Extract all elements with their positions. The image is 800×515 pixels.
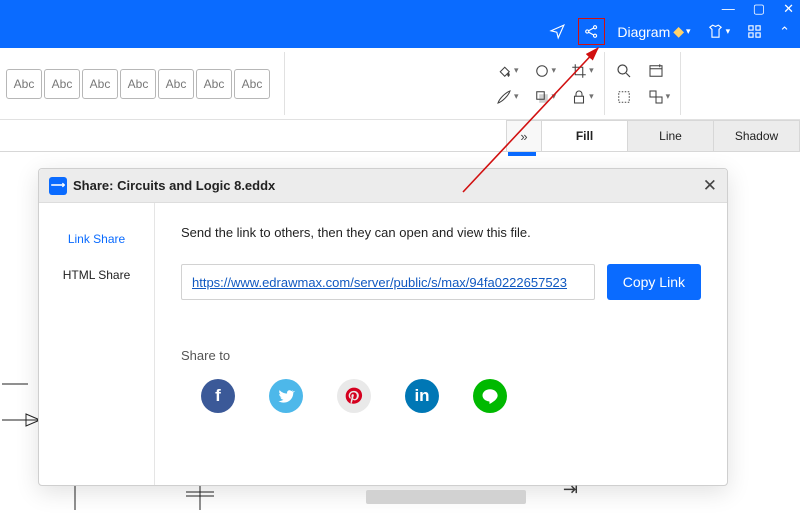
- brush-tool[interactable]: ▾: [495, 88, 519, 106]
- diagram-dropdown[interactable]: Diagram ◆ ▾: [613, 19, 694, 44]
- panel-toggle-icon[interactable]: ⇥: [563, 479, 578, 500]
- sidebar-item-html-share[interactable]: HTML Share: [39, 257, 154, 293]
- active-tab-indicator: [508, 152, 536, 156]
- share-link-field[interactable]: https://www.edrawmax.com/server/public/s…: [181, 264, 595, 300]
- ribbon-toolbar: Abc Abc Abc Abc Abc Abc Abc ▾ ▾ ▾ ▾ ▾: [0, 48, 800, 120]
- style-preset[interactable]: Abc: [82, 69, 118, 99]
- panel-collapse-button[interactable]: »: [506, 120, 542, 151]
- text-styles-gallery[interactable]: Abc Abc Abc Abc Abc Abc Abc: [6, 52, 285, 115]
- tab-fill[interactable]: Fill: [542, 120, 628, 151]
- maximize-button[interactable]: ▢: [753, 2, 765, 15]
- copy-link-button[interactable]: Copy Link: [607, 264, 701, 300]
- style-preset[interactable]: Abc: [158, 69, 194, 99]
- tab-shadow[interactable]: Shadow: [714, 120, 800, 151]
- dialog-title: Share: Circuits and Logic 8.eddx: [73, 178, 275, 193]
- containers-tool[interactable]: [647, 62, 665, 80]
- share-link-text[interactable]: https://www.edrawmax.com/server/public/s…: [192, 275, 567, 290]
- share-to-label: Share to: [181, 348, 701, 363]
- share-facebook-icon[interactable]: f: [201, 379, 235, 413]
- collapse-ribbon-icon[interactable]: ⌃: [775, 20, 794, 44]
- lock-tool[interactable]: ▾: [570, 88, 594, 106]
- horizontal-scrollbar[interactable]: [366, 490, 526, 504]
- right-panel-tabs: » Fill Line Shadow: [0, 120, 800, 152]
- style-preset[interactable]: Abc: [120, 69, 156, 99]
- titlebar: — ▢ ✕ Diagram ◆ ▾ ▾ ⌃: [0, 0, 800, 48]
- search-icon[interactable]: [615, 62, 633, 80]
- shadow-tool[interactable]: ▾: [533, 88, 557, 106]
- fill-tool[interactable]: ▾: [495, 62, 519, 80]
- share-dialog: ⟶ Share: Circuits and Logic 8.eddx ✕ Lin…: [38, 168, 728, 486]
- style-preset[interactable]: Abc: [234, 69, 270, 99]
- select-tool[interactable]: [615, 88, 633, 106]
- dialog-sidebar: Link Share HTML Share: [39, 203, 155, 485]
- share-linkedin-icon[interactable]: in: [405, 379, 439, 413]
- share-pinterest-icon[interactable]: [337, 379, 371, 413]
- tshirt-icon[interactable]: ▾: [703, 19, 735, 44]
- crop-tool[interactable]: ▾: [570, 62, 594, 80]
- dialog-header: ⟶ Share: Circuits and Logic 8.eddx ✕: [39, 169, 727, 203]
- apps-icon[interactable]: [742, 19, 767, 44]
- tab-line[interactable]: Line: [628, 120, 714, 151]
- group-tool[interactable]: ▾: [647, 88, 671, 106]
- close-window-button[interactable]: ✕: [783, 2, 794, 15]
- share-twitter-icon[interactable]: [269, 379, 303, 413]
- dialog-close-button[interactable]: ✕: [703, 176, 717, 196]
- app-badge-icon: ⟶: [49, 177, 67, 195]
- dialog-content: Send the link to others, then they can o…: [155, 203, 727, 485]
- share-icon[interactable]: [578, 18, 605, 45]
- shape-outline-tool[interactable]: ▾: [533, 62, 557, 80]
- minimize-button[interactable]: —: [722, 2, 735, 15]
- share-line-icon[interactable]: [473, 379, 507, 413]
- style-preset[interactable]: Abc: [6, 69, 42, 99]
- style-preset[interactable]: Abc: [44, 69, 80, 99]
- dialog-description: Send the link to others, then they can o…: [181, 225, 701, 240]
- sidebar-item-link-share[interactable]: Link Share: [39, 221, 154, 257]
- send-icon[interactable]: [545, 19, 570, 44]
- style-preset[interactable]: Abc: [196, 69, 232, 99]
